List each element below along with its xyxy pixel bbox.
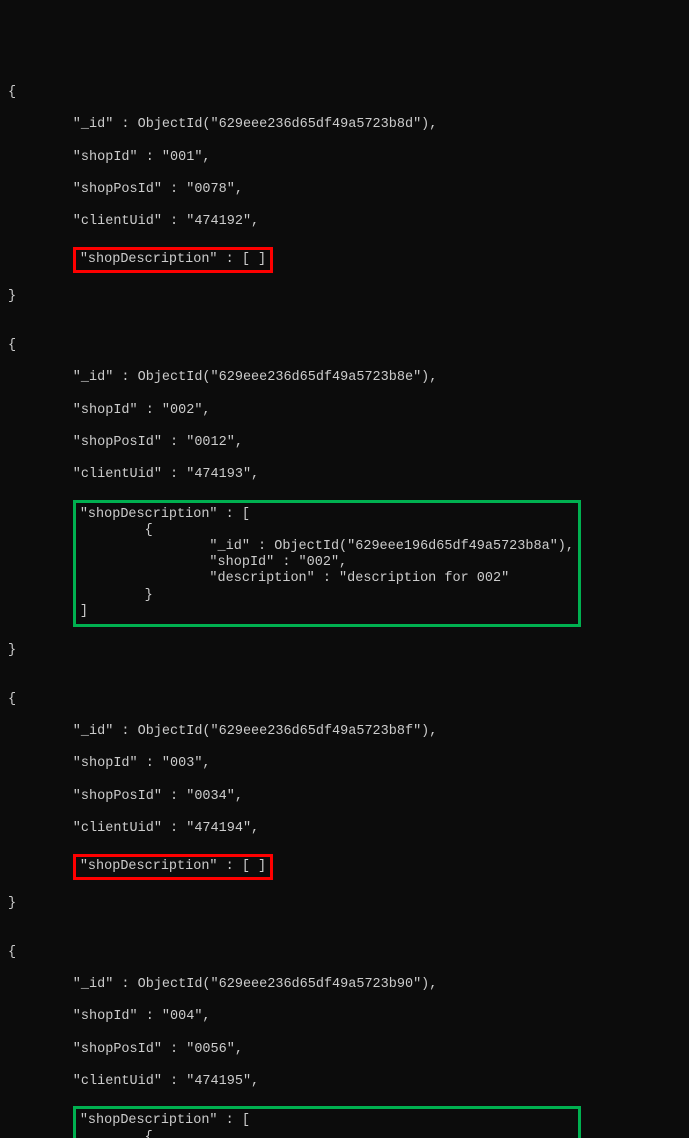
close-brace: }	[8, 643, 681, 659]
field-shop-id: "shopId" : "004",	[8, 1009, 681, 1025]
close-brace: }	[8, 896, 681, 912]
field-shop-id: "shopId" : "003",	[8, 756, 681, 772]
open-brace: {	[8, 692, 681, 708]
indent	[8, 252, 73, 267]
open-brace: {	[8, 945, 681, 961]
indent	[8, 859, 73, 874]
field-id: "_id" : ObjectId("629eee236d65df49a5723b…	[8, 724, 681, 740]
field-shop-pos-id: "shopPosId" : "0012",	[8, 435, 681, 451]
field-id: "_id" : ObjectId("629eee236d65df49a5723b…	[8, 977, 681, 993]
code-output: { "_id" : ObjectId("629eee236d65df49a572…	[8, 69, 681, 1138]
close-brace: }	[8, 289, 681, 305]
red-highlight-box: "shopDescription" : [ ]	[73, 854, 273, 880]
field-shop-pos-id: "shopPosId" : "0034",	[8, 789, 681, 805]
green-highlight-box: "shopDescription" : [ { "_id" : ObjectId…	[73, 500, 581, 627]
red-highlight-box: "shopDescription" : [ ]	[73, 247, 273, 273]
shop-description-block: "shopDescription" : [ { "_id" : ObjectId…	[8, 500, 681, 627]
indent	[8, 604, 73, 619]
field-id: "_id" : ObjectId("629eee236d65df49a5723b…	[8, 370, 681, 386]
field-client-uid: "clientUid" : "474194",	[8, 821, 681, 837]
field-id: "_id" : ObjectId("629eee236d65df49a5723b…	[8, 117, 681, 133]
open-brace: {	[8, 85, 681, 101]
field-shop-pos-id: "shopPosId" : "0056",	[8, 1042, 681, 1058]
shop-description-empty: "shopDescription" : [ ]	[8, 854, 681, 880]
field-shop-id: "shopId" : "002",	[8, 403, 681, 419]
green-highlight-box: "shopDescription" : [ { "_id" : ObjectId…	[73, 1106, 581, 1138]
shop-description-block: "shopDescription" : [ { "_id" : ObjectId…	[8, 1106, 681, 1138]
field-client-uid: "clientUid" : "474195",	[8, 1074, 681, 1090]
field-shop-id: "shopId" : "001",	[8, 150, 681, 166]
shop-description-empty: "shopDescription" : [ ]	[8, 247, 681, 273]
open-brace: {	[8, 338, 681, 354]
field-shop-pos-id: "shopPosId" : "0078",	[8, 182, 681, 198]
field-client-uid: "clientUid" : "474192",	[8, 214, 681, 230]
field-client-uid: "clientUid" : "474193",	[8, 467, 681, 483]
